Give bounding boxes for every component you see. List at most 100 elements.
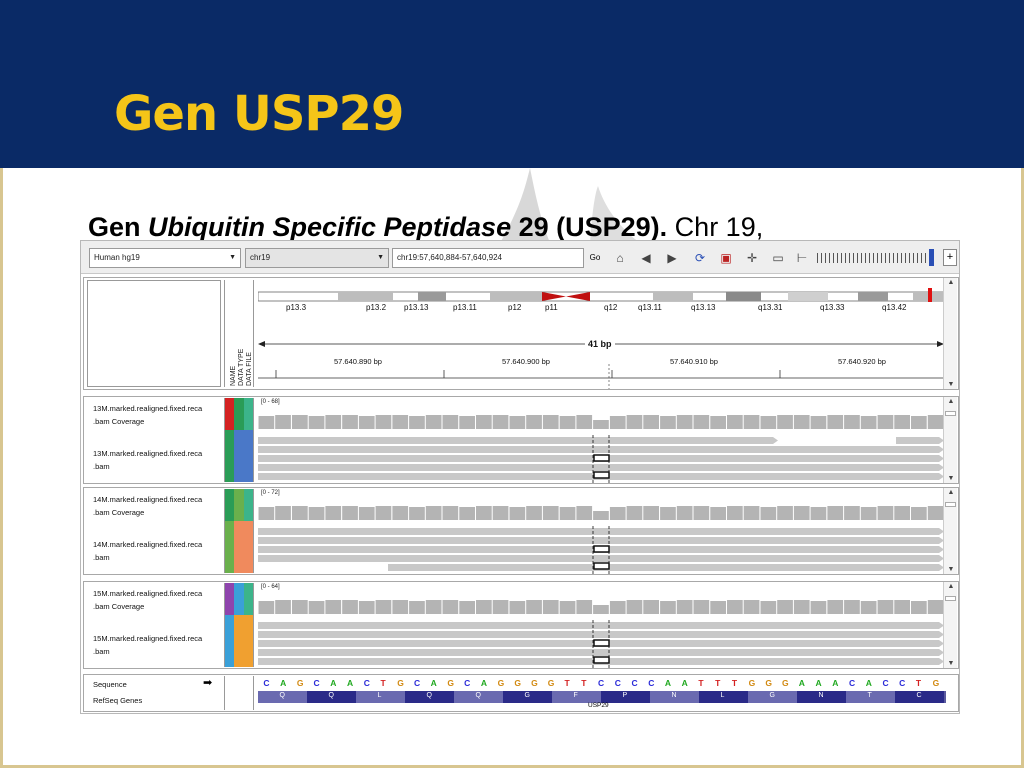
coverage-track-label[interactable]: 13M.marked.realigned.fixed.reca [93,404,202,413]
coverage-track-label[interactable]: 15M.marked.realigned.fixed.reca [93,589,202,598]
zoom-slider-thumb[interactable] [929,249,934,266]
sequence-base: G [547,678,555,688]
igv-window: Human hg19 ▼ chr19 ▼ chr19:57,640,884-57… [80,240,960,714]
attribute-column[interactable] [224,583,254,667]
attr-file-swatch[interactable] [244,398,253,482]
sample-scrollbar[interactable]: ▲ ▼ [943,397,957,483]
attr-type-swatch[interactable] [234,583,244,667]
sequence-track[interactable]: CAGCAACTGCAGCAGGGGTTCCCCAATTTGGGAAACACCT… [258,675,946,691]
back-icon[interactable]: ◀ [637,249,655,267]
bam-track-label[interactable]: 13M.marked.realigned.fixed.reca [93,449,202,458]
coverage-bar [392,600,409,614]
forward-icon[interactable]: ▶ [663,249,681,267]
amino-acid-label: T [867,692,872,699]
coverage-track-label-2[interactable]: .bam Coverage [93,417,144,426]
alignment-svg [258,415,944,483]
coverage-bar [844,415,860,429]
sequence-track-label[interactable]: Sequence [93,680,127,689]
go-button[interactable]: Go [585,248,605,268]
scroll-up-icon[interactable]: ▲ [944,398,958,405]
sequence-base: C [848,678,856,688]
scroll-thumb[interactable] [945,502,956,507]
header-scrollbar[interactable]: ▲ ▼ [943,278,957,389]
read-alignment [896,437,944,444]
refseq-track-label[interactable]: RefSeq Genes [93,696,142,705]
strand-arrow-icon[interactable]: ➡ [203,676,212,689]
coverage-bar [643,506,659,520]
coverage-bar [676,600,693,614]
coverage-bar [526,600,542,614]
coverage-bar [877,600,894,614]
attr-file-swatch[interactable] [244,489,253,573]
coverage-bar [375,506,392,520]
refresh-icon[interactable]: ⟳ [691,249,709,267]
bam-track-label-2[interactable]: .bam [93,647,110,656]
coverage-track-label[interactable]: 14M.marked.realigned.fixed.reca [93,495,202,504]
codon-block: Q [405,691,454,703]
zoom-in-button[interactable]: + [943,249,957,266]
scroll-up-icon[interactable]: ▲ [944,279,958,286]
alignment-data-area[interactable]: [0 - 72] [258,488,946,574]
coverage-bar [676,415,693,429]
deletion-marker [593,639,610,647]
coverage-bar [626,600,643,614]
sequence-base: T [380,678,386,688]
attr-name-swatch[interactable] [225,398,234,482]
attribute-headers: NAME DATA TYPE DATA FILE [230,349,254,386]
scroll-up-icon[interactable]: ▲ [944,583,958,590]
ruler-tick-label: 57.640.900 bp [502,357,550,366]
coverage-bar [358,507,375,520]
igv-toolbar: Human hg19 ▼ chr19 ▼ chr19:57,640,884-57… [81,241,959,274]
band-label: q13.13 [691,303,716,312]
bam-track-label-2[interactable]: .bam [93,462,110,471]
locus-input[interactable]: chr19:57,640,884-57,640,924 [392,248,584,268]
sequence-base: A [832,678,839,688]
bam-track-label[interactable]: 15M.marked.realigned.fixed.reca [93,634,202,643]
coverage-bar [559,507,576,520]
attr-name-swatch[interactable] [225,583,234,667]
alignment-data-area[interactable]: [0 - 68] [258,397,946,483]
scroll-thumb[interactable] [945,411,956,416]
bam-track-label-2[interactable]: .bam [93,553,110,562]
sequence-base: A [280,678,287,688]
home-icon[interactable]: ⌂ [611,249,629,267]
genome-value: Human hg19 [94,253,140,262]
popup-icon[interactable]: ▭ [769,249,787,267]
ideogram-ruler-area: p13.3 p13.2 p13.13 p13.11 p12 p11 q12 q1… [257,278,946,389]
scroll-down-icon[interactable]: ▼ [944,475,958,482]
sample-scrollbar[interactable]: ▲ ▼ [943,488,957,574]
attribute-column[interactable] [224,489,254,573]
ruler-icon[interactable]: ⊢ [793,249,811,267]
scroll-down-icon[interactable]: ▼ [944,660,958,667]
coverage-bar [860,601,877,614]
read-alignment [388,564,944,571]
coverage-bar [793,600,810,614]
chromosome-dropdown[interactable]: chr19 ▼ [245,248,389,268]
read-alignment [258,528,944,535]
sequence-base: G [296,678,304,688]
scroll-thumb[interactable] [945,596,956,601]
scroll-up-icon[interactable]: ▲ [944,489,958,496]
coverage-track-label-2[interactable]: .bam Coverage [93,508,144,517]
attribute-column[interactable] [224,398,254,482]
attr-file-swatch[interactable] [244,583,253,667]
coverage-bar [559,601,576,614]
scroll-down-icon[interactable]: ▼ [944,566,958,573]
coverage-bar [760,416,777,429]
genome-dropdown[interactable]: Human hg19 ▼ [89,248,241,268]
select-icon[interactable]: ✛ [743,249,761,267]
sample-scrollbar[interactable]: ▲ ▼ [943,582,957,668]
coverage-bar [476,415,492,429]
coverage-track-label-2[interactable]: .bam Coverage [93,602,144,611]
roi-icon[interactable]: ▣ [717,249,735,267]
scroll-down-icon[interactable]: ▼ [944,381,958,388]
attr-type-swatch[interactable] [234,489,244,573]
attr-name-swatch[interactable] [225,489,234,573]
bam-track-label[interactable]: 14M.marked.realigned.fixed.reca [93,540,202,549]
attr-type-swatch[interactable] [234,398,244,482]
subtitle-gene-name: Ubiquitin Specific Peptidase [148,212,512,242]
coverage-bar [911,416,927,429]
coverage-bar [693,506,710,520]
alignment-data-area[interactable]: [0 - 64] [258,582,946,668]
zoom-slider[interactable] [817,253,929,263]
